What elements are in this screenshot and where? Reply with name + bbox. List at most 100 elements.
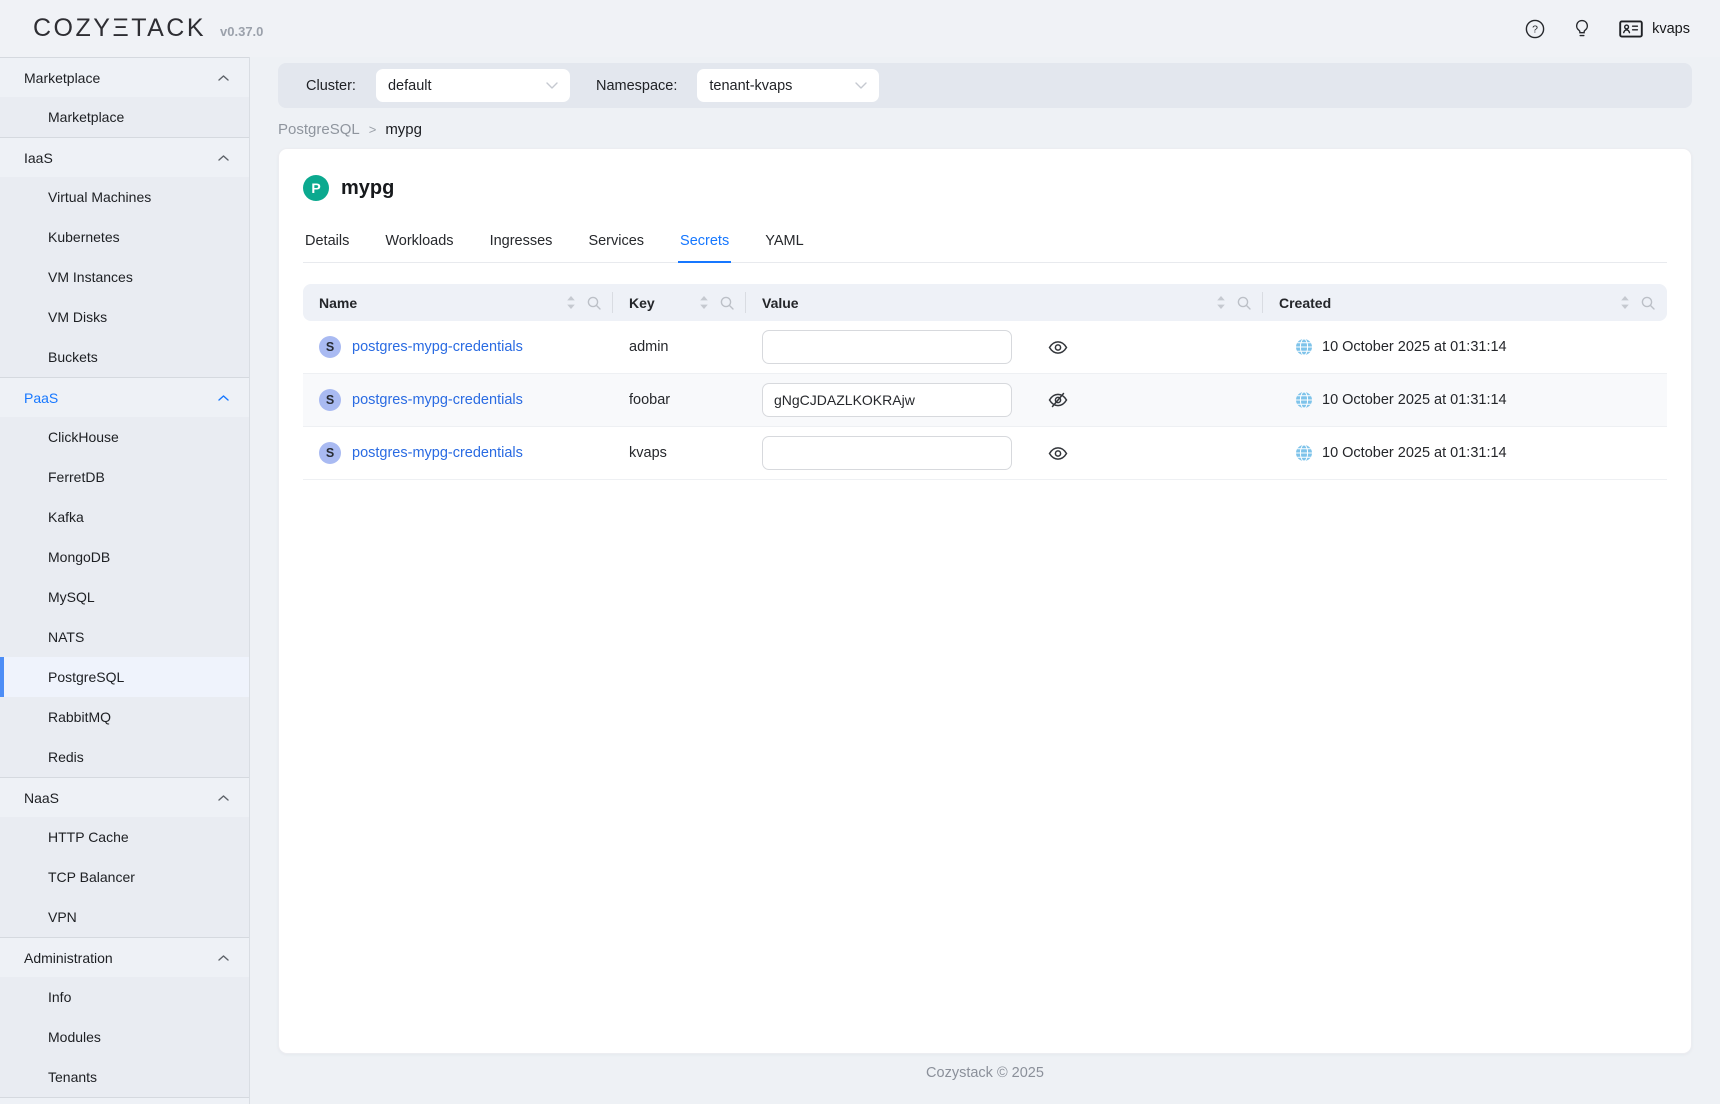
sidebar-item-tcp-balancer[interactable]: TCP Balancer xyxy=(0,857,249,897)
secret-badge-letter: S xyxy=(326,393,334,407)
sidebar-item-redis[interactable]: Redis xyxy=(0,737,249,777)
sort-icon[interactable] xyxy=(1216,295,1226,310)
sidebar: Marketplace Marketplace IaaS Virtual Mac… xyxy=(0,57,250,1104)
column-header-key: Key xyxy=(613,284,746,321)
sidebar-section-naas[interactable]: NaaS xyxy=(0,777,249,817)
chevron-up-icon xyxy=(218,75,229,81)
search-icon[interactable] xyxy=(587,296,601,310)
sidebar-section-paas[interactable]: PaaS xyxy=(0,377,249,417)
sidebar-item-vm-instances[interactable]: VM Instances xyxy=(0,257,249,297)
sidebar-item-label: Tenants xyxy=(48,1069,97,1085)
breadcrumb-current: mypg xyxy=(385,121,422,138)
search-icon[interactable] xyxy=(720,296,734,310)
eye-slash-icon[interactable] xyxy=(1048,392,1068,408)
secret-value-cell xyxy=(746,383,1263,417)
secret-value-input[interactable] xyxy=(762,383,1012,417)
search-icon[interactable] xyxy=(1641,296,1655,310)
column-header-name: Name xyxy=(303,284,613,321)
sidebar-item-kafka[interactable]: Kafka xyxy=(0,497,249,537)
sidebar-item-nats[interactable]: NATS xyxy=(0,617,249,657)
sidebar-section-marketplace[interactable]: Marketplace xyxy=(0,57,249,97)
column-header-label: Created xyxy=(1279,295,1331,311)
page-footer: Cozystack © 2025 xyxy=(278,1065,1692,1081)
help-icon[interactable]: ? xyxy=(1525,19,1545,39)
sidebar-item-http-cache[interactable]: HTTP Cache xyxy=(0,817,249,857)
tab-ingresses[interactable]: Ingresses xyxy=(488,221,555,262)
eye-icon[interactable] xyxy=(1048,340,1068,355)
secret-badge-letter: S xyxy=(326,340,334,354)
sidebar-item-vm-disks[interactable]: VM Disks xyxy=(0,297,249,337)
secret-key-cell: foobar xyxy=(613,392,746,408)
tab-workloads[interactable]: Workloads xyxy=(383,221,455,262)
main-content: Cluster: default Namespace: tenant-kvaps… xyxy=(250,57,1720,1104)
bulb-icon[interactable] xyxy=(1573,19,1591,38)
user-menu[interactable]: kvaps xyxy=(1619,19,1690,39)
sidebar-item-info[interactable]: Info xyxy=(0,977,249,1017)
secret-badge-letter: S xyxy=(326,446,334,460)
sidebar-section-label: Administration xyxy=(24,950,113,966)
sidebar-item-label: MySQL xyxy=(48,589,95,605)
sidebar-item-marketplace[interactable]: Marketplace xyxy=(0,97,249,137)
svg-text:?: ? xyxy=(1532,23,1538,35)
secret-badge: S xyxy=(319,442,341,464)
secret-link[interactable]: postgres-mypg-credentials xyxy=(352,339,523,355)
sidebar-item-tenants[interactable]: Tenants xyxy=(0,1057,249,1097)
sidebar-item-clickhouse[interactable]: ClickHouse xyxy=(0,417,249,457)
column-header-label: Value xyxy=(762,295,799,311)
sidebar-section-iaas[interactable]: IaaS xyxy=(0,137,249,177)
created-timestamp: 10 October 2025 at 01:31:14 xyxy=(1322,339,1507,355)
sidebar-item-label: Buckets xyxy=(48,349,98,365)
sidebar-item-label: VPN xyxy=(48,909,77,925)
question-circle-icon: ? xyxy=(1525,19,1545,39)
search-icon[interactable] xyxy=(1237,296,1251,310)
secret-badge: S xyxy=(319,389,341,411)
sidebar-item-kubernetes[interactable]: Kubernetes xyxy=(0,217,249,257)
created-timestamp: 10 October 2025 at 01:31:14 xyxy=(1322,392,1507,408)
tab-yaml[interactable]: YAML xyxy=(763,221,805,262)
sidebar-item-vpn[interactable]: VPN xyxy=(0,897,249,937)
secret-name-cell: S postgres-mypg-credentials xyxy=(303,442,613,464)
tab-bar: Details Workloads Ingresses Services Sec… xyxy=(303,221,1667,263)
lightbulb-icon xyxy=(1573,19,1591,38)
footer-text: Cozystack © 2025 xyxy=(926,1065,1044,1081)
eye-icon[interactable] xyxy=(1048,446,1068,461)
sidebar-item-mysql[interactable]: MySQL xyxy=(0,577,249,617)
chevron-up-icon xyxy=(218,955,229,961)
sidebar-section-administration[interactable]: Administration xyxy=(0,937,249,977)
sidebar-item-virtual-machines[interactable]: Virtual Machines xyxy=(0,177,249,217)
tab-details[interactable]: Details xyxy=(303,221,351,262)
sort-icon[interactable] xyxy=(699,295,709,310)
sidebar-item-modules[interactable]: Modules xyxy=(0,1017,249,1057)
breadcrumb: PostgreSQL > mypg xyxy=(278,121,1692,138)
sort-icon[interactable] xyxy=(566,295,576,310)
secret-link[interactable]: postgres-mypg-credentials xyxy=(352,392,523,408)
sidebar-item-rabbitmq[interactable]: RabbitMQ xyxy=(0,697,249,737)
cluster-select[interactable]: default xyxy=(376,69,570,102)
sidebar-item-ferretdb[interactable]: FerretDB xyxy=(0,457,249,497)
namespace-select-value: tenant-kvaps xyxy=(709,78,792,94)
secret-value-input[interactable] xyxy=(762,330,1012,364)
sidebar-section-label: NaaS xyxy=(24,790,59,806)
sidebar-item-buckets[interactable]: Buckets xyxy=(0,337,249,377)
sidebar-section-label: Marketplace xyxy=(24,70,100,86)
secret-name-cell: S postgres-mypg-credentials xyxy=(303,389,613,411)
breadcrumb-postgresql-link[interactable]: PostgreSQL xyxy=(278,121,360,138)
namespace-select[interactable]: tenant-kvaps xyxy=(697,69,879,102)
cluster-label: Cluster: xyxy=(306,78,356,94)
tab-secrets[interactable]: Secrets xyxy=(678,221,731,262)
sidebar-section-label: PaaS xyxy=(24,390,58,406)
tab-services[interactable]: Services xyxy=(586,221,646,262)
secrets-table: Name Key Value xyxy=(303,284,1667,480)
globe-icon xyxy=(1295,391,1313,409)
table-header: Name Key Value xyxy=(303,284,1667,321)
sidebar-item-postgresql[interactable]: PostgreSQL xyxy=(0,657,249,697)
table-row: S postgres-mypg-credentials admin xyxy=(303,321,1667,374)
sort-icon[interactable] xyxy=(1620,295,1630,310)
table-row: S postgres-mypg-credentials kvaps xyxy=(303,427,1667,480)
sidebar-item-label: ClickHouse xyxy=(48,429,119,445)
secret-link[interactable]: postgres-mypg-credentials xyxy=(352,445,523,461)
sidebar-item-mongodb[interactable]: MongoDB xyxy=(0,537,249,577)
secret-value-input[interactable] xyxy=(762,436,1012,470)
sidebar-item-label: Kubernetes xyxy=(48,229,120,245)
column-tools xyxy=(566,295,601,310)
